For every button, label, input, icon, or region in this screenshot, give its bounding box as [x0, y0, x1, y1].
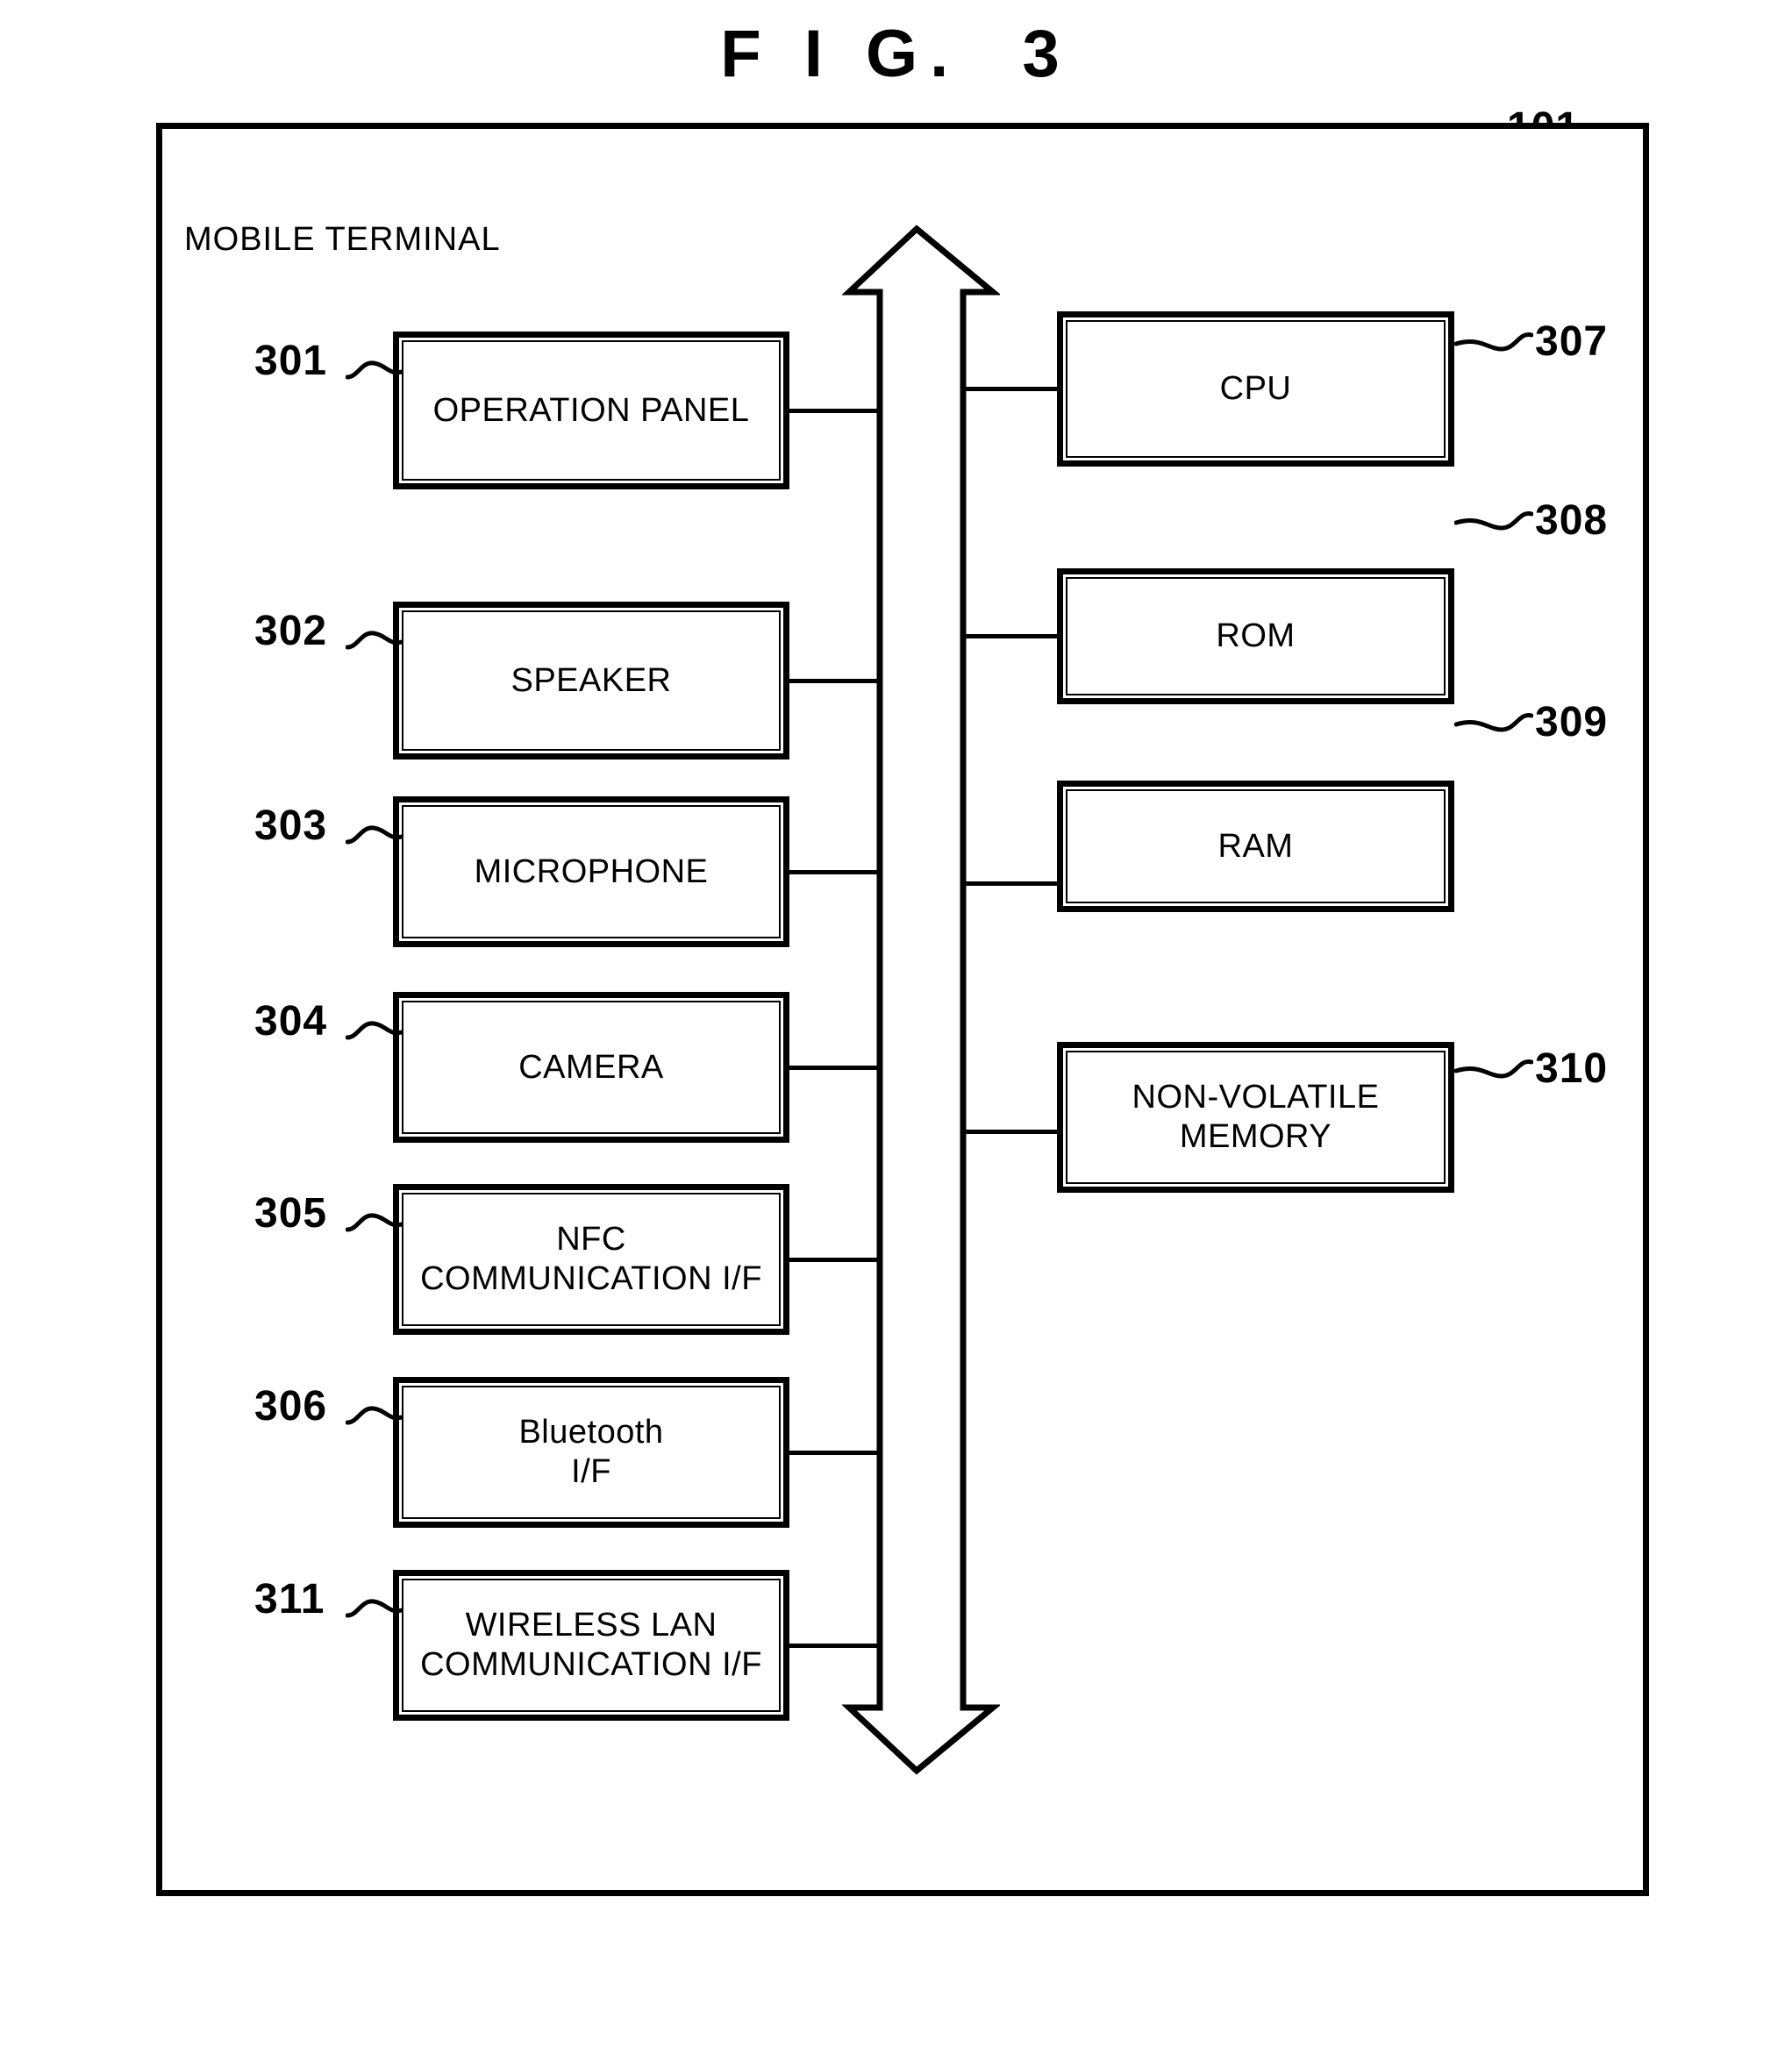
- reference-numeral-301: 301: [254, 338, 328, 384]
- block-label-camera: CAMERA: [518, 1048, 664, 1086]
- block-label-wireless-lan-communication-if: WIRELESS LAN COMMUNICATION I/F: [420, 1607, 762, 1683]
- reference-numeral-311: 311: [254, 1576, 325, 1622]
- block-nfc-communication-if[interactable]: NFC COMMUNICATION I/F: [393, 1184, 789, 1335]
- leader-line-307: [1454, 332, 1533, 352]
- connector-operation-panel-to-bus: [789, 409, 880, 413]
- block-label-speaker: SPEAKER: [510, 661, 672, 699]
- leader-line-311: [346, 1599, 403, 1618]
- leader-line-302: [346, 631, 403, 650]
- reference-numeral-310: 310: [1535, 1045, 1609, 1092]
- system-bus-arrow: [842, 225, 1000, 1775]
- block-label-nfc-communication-if: NFC COMMUNICATION I/F: [420, 1221, 762, 1297]
- reference-numeral-302: 302: [254, 608, 328, 654]
- block-label-rom: ROM: [1216, 617, 1296, 655]
- connector-microphone-to-bus: [789, 870, 880, 874]
- reference-numeral-305: 305: [254, 1190, 328, 1237]
- block-cpu[interactable]: CPU: [1057, 311, 1454, 467]
- connector-bus-to-non-volatile-memory: [963, 1130, 1057, 1134]
- leader-line-305: [346, 1213, 403, 1232]
- block-label-non-volatile-memory: NON-VOLATILE MEMORY: [1132, 1079, 1380, 1155]
- leader-line-303: [346, 825, 403, 845]
- block-non-volatile-memory[interactable]: NON-VOLATILE MEMORY: [1057, 1042, 1454, 1193]
- block-microphone[interactable]: MICROPHONE: [393, 796, 789, 947]
- block-wireless-lan-communication-if[interactable]: WIRELESS LAN COMMUNICATION I/F: [393, 1570, 789, 1721]
- block-speaker[interactable]: SPEAKER: [393, 602, 789, 760]
- block-ram[interactable]: RAM: [1057, 781, 1454, 912]
- connector-wireless-lan-to-bus: [789, 1644, 880, 1648]
- figure-title: F I G. 3: [720, 17, 1072, 91]
- connector-bus-to-rom: [963, 634, 1057, 638]
- reference-numeral-309: 309: [1535, 699, 1609, 745]
- reference-numeral-307: 307: [1535, 318, 1609, 365]
- block-operation-panel[interactable]: OPERATION PANEL: [393, 332, 789, 489]
- block-label-cpu: CPU: [1219, 370, 1292, 408]
- block-label-operation-panel: OPERATION PANEL: [432, 391, 750, 429]
- leader-line-308: [1454, 511, 1533, 531]
- connector-bus-to-cpu: [963, 387, 1057, 391]
- block-label-microphone: MICROPHONE: [474, 852, 709, 890]
- reference-numeral-306: 306: [254, 1383, 328, 1430]
- connector-nfc-to-bus: [789, 1258, 880, 1262]
- reference-numeral-308: 308: [1535, 497, 1609, 544]
- block-bluetooth-if[interactable]: Bluetooth I/F: [393, 1377, 789, 1528]
- block-camera[interactable]: CAMERA: [393, 992, 789, 1143]
- leader-line-304: [346, 1021, 403, 1040]
- reference-numeral-304: 304: [254, 998, 328, 1045]
- leader-line-309: [1454, 713, 1533, 732]
- leader-line-306: [346, 1406, 403, 1425]
- connector-speaker-to-bus: [789, 679, 880, 683]
- connector-camera-to-bus: [789, 1066, 880, 1070]
- leader-line-310: [1454, 1059, 1533, 1079]
- connector-bluetooth-to-bus: [789, 1451, 880, 1455]
- block-label-ram: RAM: [1217, 827, 1294, 865]
- leader-line-301: [346, 360, 403, 380]
- block-label-bluetooth-if: Bluetooth I/F: [518, 1414, 664, 1490]
- reference-numeral-303: 303: [254, 802, 328, 849]
- block-rom[interactable]: ROM: [1057, 568, 1454, 704]
- mobile-terminal-label: MOBILE TERMINAL: [184, 221, 501, 258]
- connector-bus-to-ram: [963, 881, 1057, 886]
